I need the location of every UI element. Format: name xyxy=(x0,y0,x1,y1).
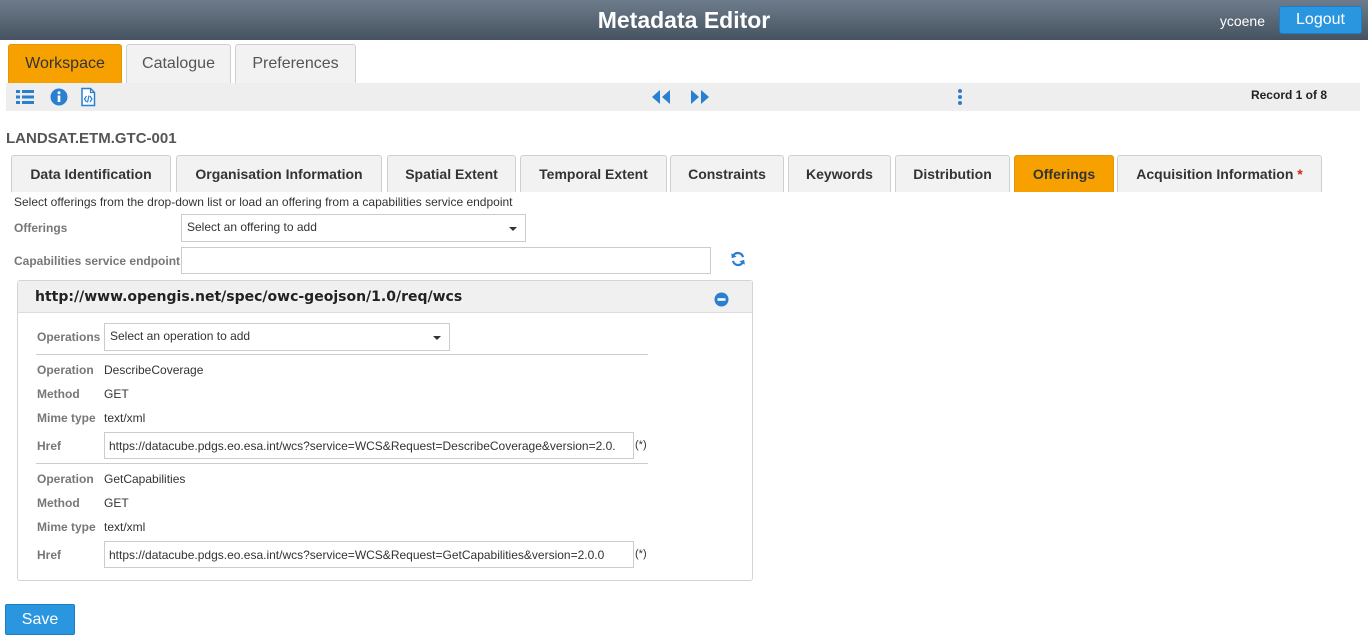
more-vertical-icon[interactable] xyxy=(950,87,970,107)
offerings-select[interactable]: Select an offering to add xyxy=(181,214,526,242)
offerings-label: Offerings xyxy=(14,221,68,235)
xml-file-icon[interactable] xyxy=(78,87,98,107)
offering-panel-header: http://www.opengis.net/spec/owc-geojson/… xyxy=(18,281,752,313)
offerings-select-value: Select an offering to add xyxy=(187,220,317,234)
href-input[interactable]: https://datacube.pdgs.eo.esa.int/wcs?ser… xyxy=(104,541,634,568)
list-icon[interactable] xyxy=(15,87,35,107)
previous-icon[interactable] xyxy=(650,89,672,105)
required-marker: (*) xyxy=(635,548,647,560)
mime-type-value: text/xml xyxy=(104,411,146,425)
operation-name: GetCapabilities xyxy=(104,472,186,486)
chevron-down-icon xyxy=(433,336,441,340)
required-marker: (*) xyxy=(635,439,647,451)
logout-button[interactable]: Logout xyxy=(1279,6,1362,34)
tab-organisation-information[interactable]: Organisation Information xyxy=(176,155,382,192)
required-marker: * xyxy=(1297,166,1303,182)
operation-name: DescribeCoverage xyxy=(104,363,204,377)
href-label: Href xyxy=(37,548,62,562)
tab-temporal-extent[interactable]: Temporal Extent xyxy=(520,155,667,192)
tab-catalogue[interactable]: Catalogue xyxy=(126,44,231,83)
tab-offerings[interactable]: Offerings xyxy=(1014,155,1114,192)
method-label: Method xyxy=(37,496,80,510)
tab-keywords[interactable]: Keywords xyxy=(788,155,891,192)
operations-label: Operations xyxy=(37,330,101,344)
info-icon[interactable] xyxy=(49,87,69,107)
offering-panel-title: http://www.opengis.net/spec/owc-geojson/… xyxy=(35,289,463,305)
tab-constraints[interactable]: Constraints xyxy=(670,155,784,192)
tab-workspace[interactable]: Workspace xyxy=(8,44,122,83)
offerings-help-text: Select offerings from the drop-down list… xyxy=(14,195,513,209)
mime-type-label: Mime type xyxy=(37,520,96,534)
tab-acquisition-information-label: Acquisition Information xyxy=(1136,166,1294,182)
record-title: LANDSAT.ETM.GTC-001 xyxy=(6,130,177,147)
method-value: GET xyxy=(104,496,129,510)
tab-acquisition-information[interactable]: Acquisition Information * xyxy=(1117,155,1322,192)
app-title: Metadata Editor xyxy=(597,7,771,33)
refresh-icon[interactable] xyxy=(730,251,746,267)
href-input[interactable]: https://datacube.pdgs.eo.esa.int/wcs?ser… xyxy=(104,432,634,459)
mime-type-label: Mime type xyxy=(37,411,96,425)
tab-preferences[interactable]: Preferences xyxy=(235,44,356,83)
method-label: Method xyxy=(37,387,80,401)
operations-select[interactable]: Select an operation to add xyxy=(104,323,450,351)
endpoint-input[interactable] xyxy=(181,247,711,274)
divider xyxy=(36,463,648,464)
operation-label: Operation xyxy=(37,363,94,377)
divider xyxy=(36,354,648,355)
operations-select-value: Select an operation to add xyxy=(110,329,251,343)
next-icon[interactable] xyxy=(689,89,711,105)
tab-spatial-extent[interactable]: Spatial Extent xyxy=(387,155,516,192)
chevron-down-icon xyxy=(509,227,517,231)
collapse-icon[interactable] xyxy=(714,292,729,307)
tab-data-identification[interactable]: Data Identification xyxy=(11,155,171,192)
operation-label: Operation xyxy=(37,472,94,486)
endpoint-label: Capabilities service endpoint xyxy=(14,254,181,268)
mime-type-value: text/xml xyxy=(104,520,146,534)
save-button[interactable]: Save xyxy=(5,604,75,635)
method-value: GET xyxy=(104,387,129,401)
username: ycoene xyxy=(1219,13,1265,29)
app-header: Metadata Editor ycoene Logout xyxy=(0,0,1368,40)
record-toolbar: Record 1 of 8 xyxy=(6,83,1360,111)
tab-distribution[interactable]: Distribution xyxy=(895,155,1010,192)
record-counter: Record 1 of 8 xyxy=(1250,88,1327,102)
href-label: Href xyxy=(37,439,62,453)
